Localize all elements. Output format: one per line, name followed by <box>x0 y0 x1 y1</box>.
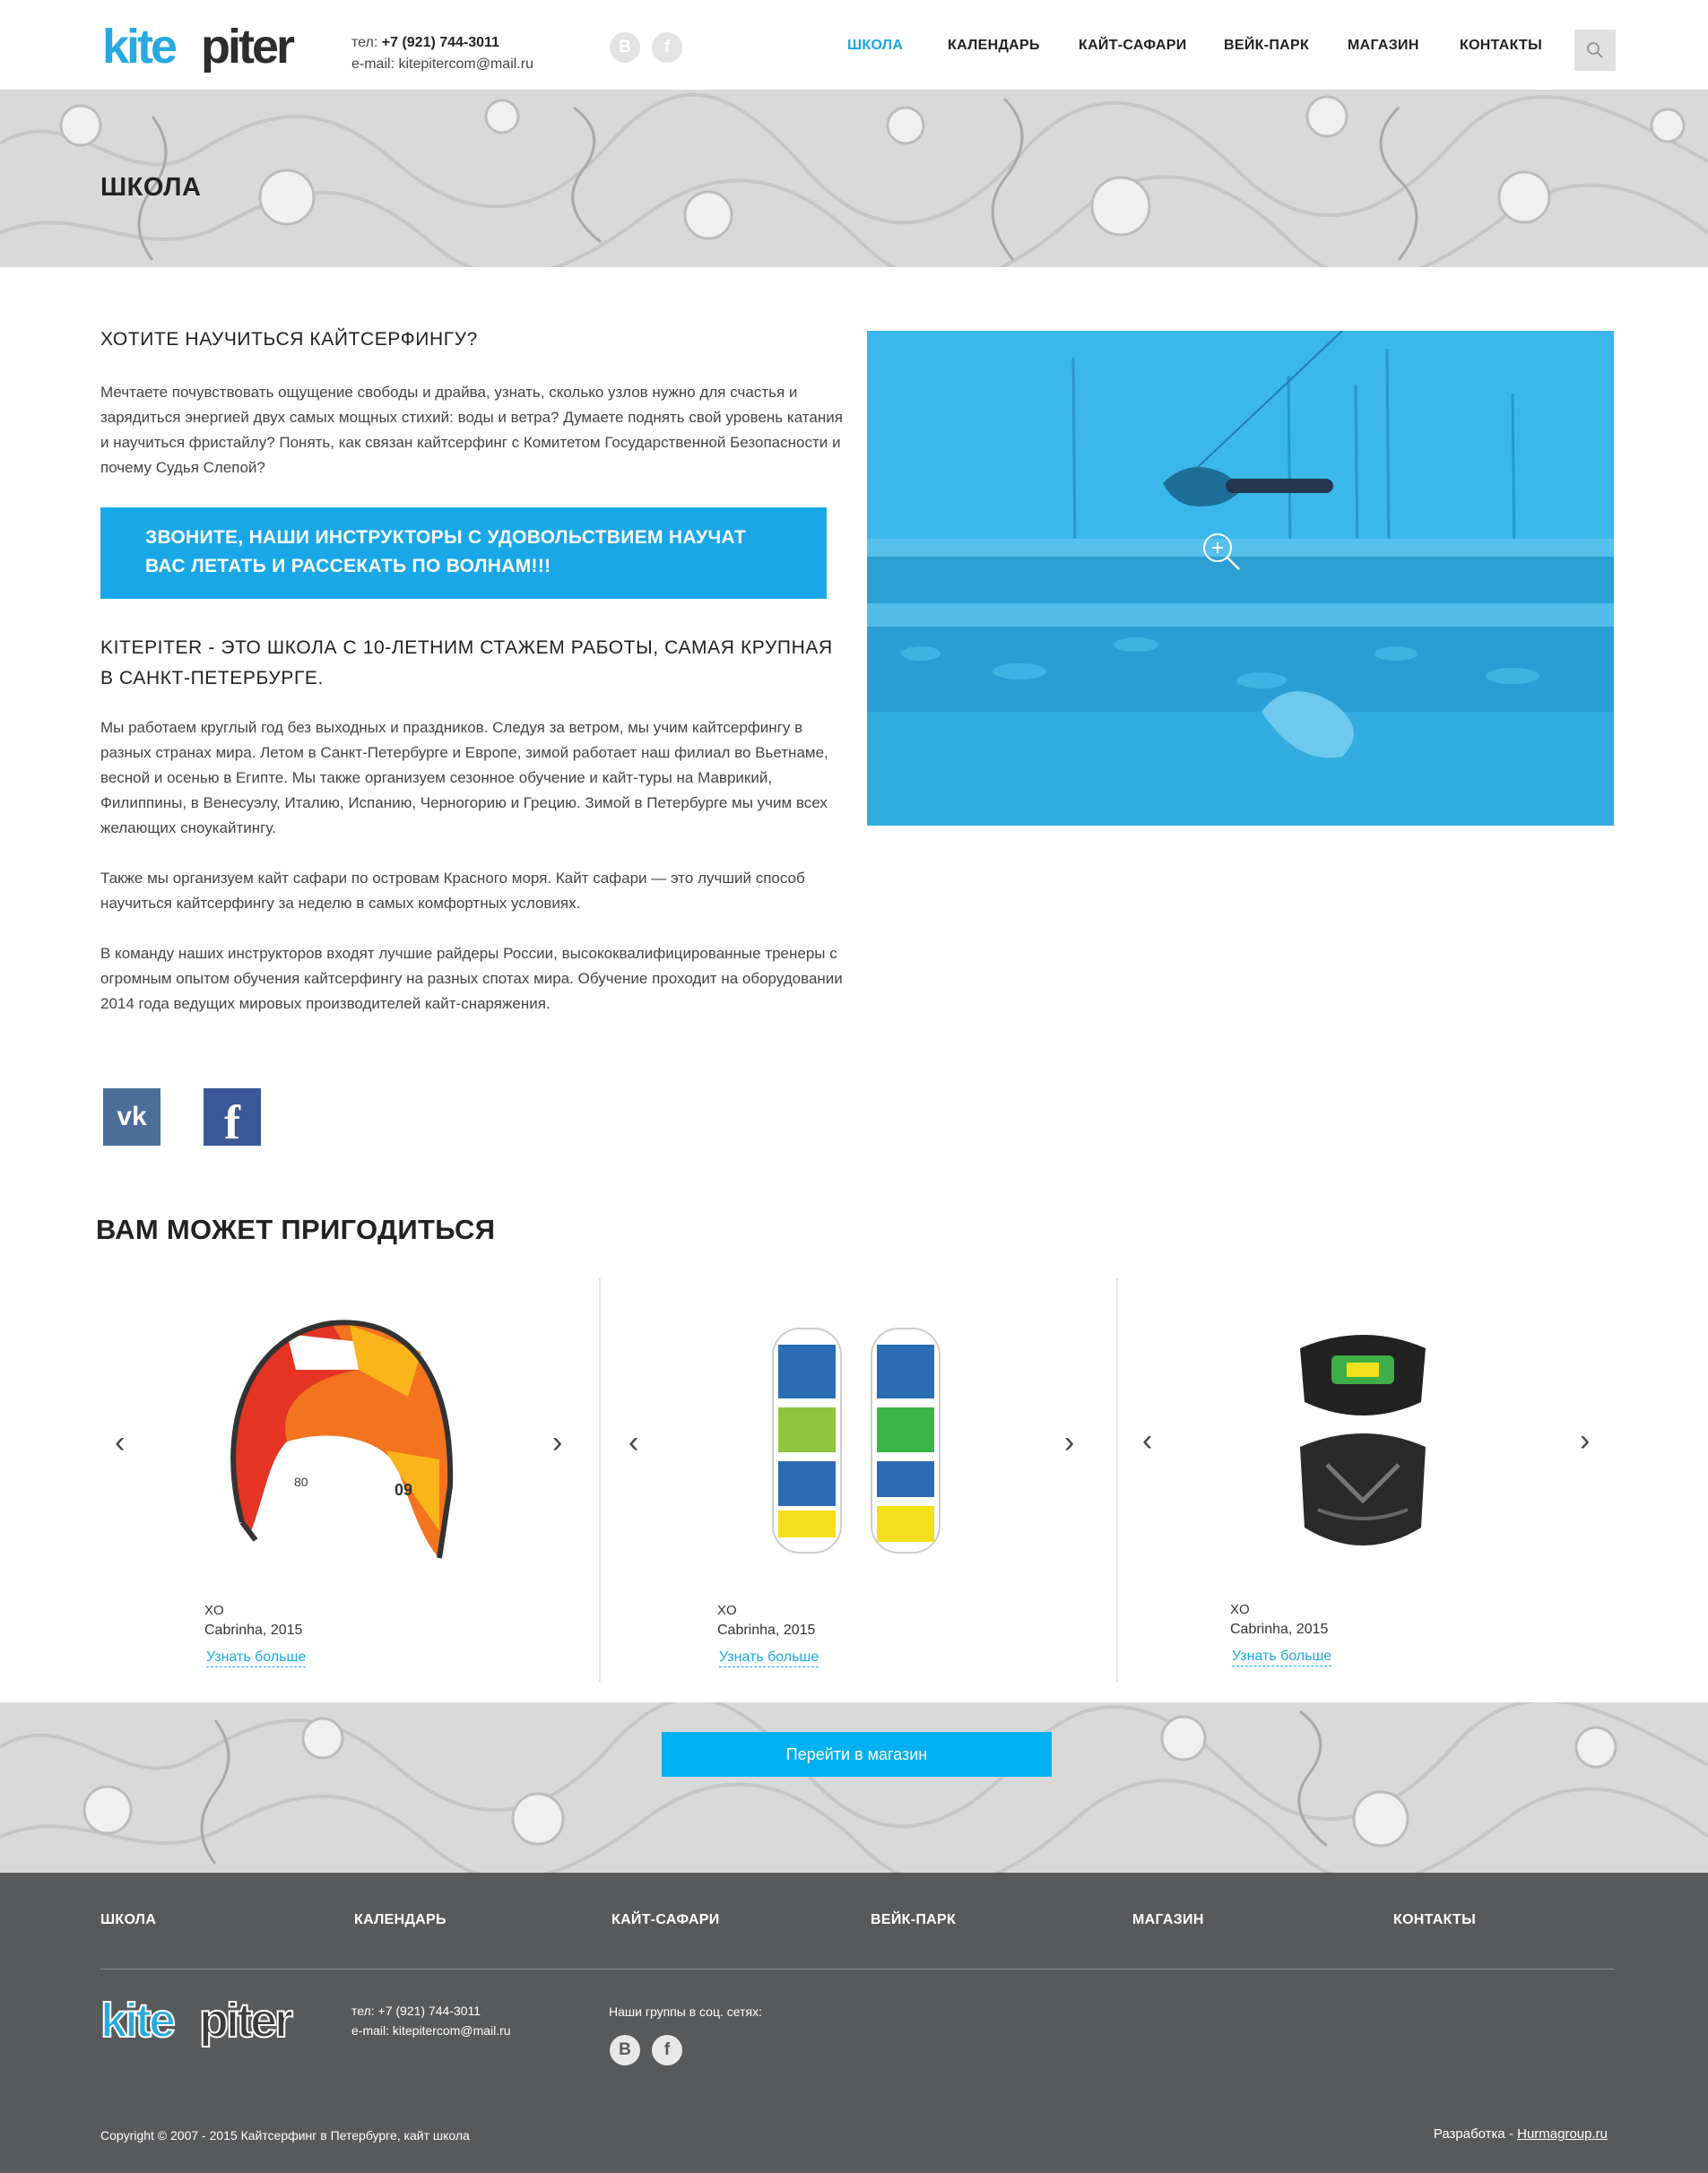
about-heading: KITEPITER - ЭТО ШКОЛА С 10-ЛЕТНИМ СТАЖЕМ… <box>100 633 833 694</box>
product-2-brand: XO <box>717 1603 737 1618</box>
search-button[interactable] <box>1574 30 1616 71</box>
footer-email[interactable]: e-mail: kitepitercom@mail.ru <box>351 2021 511 2040</box>
product-1-image[interactable]: 09 80 <box>215 1316 457 1576</box>
footer-nav-wake-park[interactable]: ВЕЙК-ПАРК <box>871 1912 956 1928</box>
about-paragraph-1: Мы работаем круглый год без выходных и п… <box>100 719 828 836</box>
product-divider <box>1116 1278 1118 1682</box>
product-2-image <box>772 1328 941 1554</box>
product-1-name: Cabrinha, 2015 <box>204 1623 303 1638</box>
product-1-more-link[interactable]: Узнать больше <box>206 1649 307 1667</box>
about-heading-line1: KITEPITER - ЭТО ШКОЛА С 10-ЛЕТНИМ СТАЖЕМ… <box>100 637 833 658</box>
product-divider <box>599 1278 601 1682</box>
footer-phone[interactable]: тел: +7 (921) 744-3011 <box>351 2001 511 2021</box>
nav-item-contacts[interactable]: КОНТАКТЫ <box>1460 38 1542 54</box>
product-2-next-icon[interactable]: › <box>1064 1427 1074 1458</box>
about-heading-line2: В САНКТ-ПЕТЕРБУРГЕ. <box>100 668 324 688</box>
related-title: ВАМ МОЖЕТ ПРИГОДИТЬСЯ <box>96 1214 496 1245</box>
svg-text:80: 80 <box>294 1475 308 1489</box>
footer-nav-shop[interactable]: МАГАЗИН <box>1132 1912 1204 1928</box>
intro-heading: ХОТИТЕ НАУЧИТЬСЯ КАЙТСЕРФИНГУ? <box>100 329 478 350</box>
phone-label: тел: <box>351 35 378 50</box>
nav-item-wake-park[interactable]: ВЕЙК-ПАРК <box>1224 38 1309 54</box>
footer-logo[interactable]: kite piter <box>99 1996 321 2053</box>
school-photo[interactable] <box>867 331 1614 826</box>
about-paragraph-2: Также мы организуем кайт сафари по остро… <box>100 870 805 912</box>
intro-text: Мечтаете почувствовать ощущение свободы … <box>100 384 843 476</box>
go-to-shop-button[interactable]: Перейти в магазин <box>662 1732 1052 1777</box>
product-3-more-link[interactable]: Узнать больше <box>1232 1649 1332 1667</box>
product-1-next-icon[interactable]: › <box>552 1427 562 1458</box>
copyright: Copyright © 2007 - 2015 Кайтсерфинг в Пе… <box>100 2128 470 2143</box>
facebook-icon[interactable]: f <box>652 32 682 63</box>
email-address[interactable]: kitepitercom@mail.ru <box>398 56 533 72</box>
developer-credit: Разработка - Hurmagroup.ru <box>1434 2126 1608 2142</box>
product-3-prev-icon[interactable]: ‹ <box>1142 1425 1152 1456</box>
vk-icon[interactable]: B <box>610 32 640 63</box>
footer-nav-contacts[interactable]: КОНТАКТЫ <box>1393 1912 1476 1928</box>
developer-link[interactable]: Hurmagroup.ru <box>1517 2126 1608 2142</box>
nav-item-shop[interactable]: МАГАЗИН <box>1348 38 1419 54</box>
phone-number[interactable]: +7 (921) 744-3011 <box>382 35 499 50</box>
footer-divider <box>100 1969 1614 1970</box>
footer-nav-school[interactable]: ШКОЛА <box>100 1912 156 1928</box>
footer-social-label: Наши группы в соц. сетях: <box>609 2004 762 2019</box>
nav-item-kite-safari[interactable]: КАЙТ-САФАРИ <box>1079 38 1187 54</box>
svg-text:kite: kite <box>100 1996 175 2047</box>
footer-facebook-icon[interactable]: f <box>652 2035 682 2065</box>
doodle-pattern <box>0 1702 1708 1873</box>
cta-banner: ЗВОНИТЕ, НАШИ ИНСТРУКТОРЫ С УДОВОЛЬСТВИЕ… <box>100 507 827 599</box>
vk-share-icon[interactable]: vk <box>103 1088 160 1146</box>
footer-vk-icon[interactable]: B <box>610 2035 640 2065</box>
facebook-share-icon[interactable]: f <box>204 1088 261 1149</box>
product-3-image <box>1300 1335 1426 1545</box>
product-3-next-icon[interactable]: › <box>1580 1425 1590 1456</box>
product-1-prev-icon[interactable]: ‹ <box>115 1427 125 1458</box>
svg-text:piter: piter <box>199 1996 293 2047</box>
footer-contacts: тел: +7 (921) 744-3011 e-mail: kitepiter… <box>351 2001 511 2040</box>
search-icon <box>1587 42 1603 58</box>
doodle-pattern <box>0 92 1708 267</box>
svg-text:09: 09 <box>394 1481 412 1499</box>
footer-nav-kite-safari[interactable]: КАЙТ-САФАРИ <box>611 1912 720 1928</box>
nav-item-calendar[interactable]: КАЛЕНДАРЬ <box>948 38 1040 54</box>
product-3-brand: XO <box>1230 1602 1250 1617</box>
nav-item-school[interactable]: ШКОЛА <box>847 38 903 54</box>
product-2-more-link[interactable]: Узнать больше <box>719 1649 819 1667</box>
product-2-name: Cabrinha, 2015 <box>717 1623 816 1638</box>
wakeboarder-image <box>867 331 1614 826</box>
site-header: kite piter тел: +7 (921) 744-3011 e-mail… <box>0 0 1708 90</box>
svg-text:piter: piter <box>201 22 295 74</box>
product-3-name: Cabrinha, 2015 <box>1230 1622 1329 1637</box>
product-1-brand: XO <box>204 1603 224 1618</box>
zoom-icon[interactable] <box>1201 532 1241 571</box>
header-contacts: тел: +7 (921) 744-3011 e-mail: kitepiter… <box>351 32 533 75</box>
developer-label: Разработка - <box>1433 2126 1518 2142</box>
product-2-prev-icon[interactable]: ‹ <box>629 1427 638 1458</box>
title-banner: ШКОЛА <box>0 90 1708 267</box>
email-label: e-mail: <box>351 56 395 72</box>
about-paragraph-3: В команду наших инструкторов входят лучш… <box>100 945 843 1012</box>
kitepiter-logo[interactable]: kite piter <box>100 22 323 79</box>
page-title: ШКОЛА <box>100 173 202 202</box>
footer-nav-calendar[interactable]: КАЛЕНДАРЬ <box>354 1912 447 1928</box>
svg-text:kite: kite <box>102 22 177 74</box>
shop-banner <box>0 1702 1708 1873</box>
